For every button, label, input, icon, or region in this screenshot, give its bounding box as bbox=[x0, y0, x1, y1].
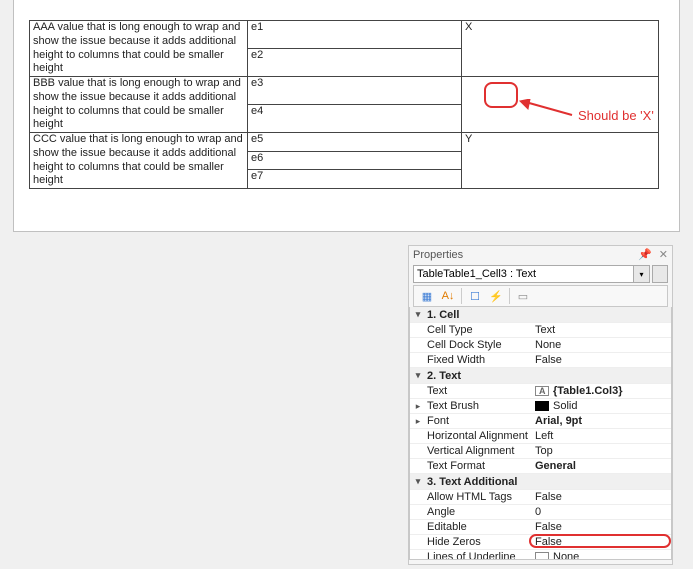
cell-col-a[interactable]: AAA value that is long enough to wrap an… bbox=[30, 21, 248, 77]
cell-col-b[interactable]: e6 bbox=[248, 151, 462, 170]
chevron-down-icon[interactable]: ▾ bbox=[412, 476, 424, 487]
property-label: Text Format bbox=[424, 460, 532, 472]
property-row[interactable]: Allow HTML TagsFalse bbox=[410, 490, 671, 505]
property-row[interactable]: Lines of UnderlineNone bbox=[410, 550, 671, 560]
cell-col-b[interactable]: e7 bbox=[248, 170, 462, 189]
properties-toolbar: ▦ A↓ ☐ ⚡ ▭ bbox=[413, 285, 668, 307]
chevron-down-icon[interactable]: ▾ bbox=[412, 309, 424, 320]
property-row[interactable]: Text{Table1.Col3} bbox=[410, 384, 671, 399]
property-value[interactable]: Solid bbox=[532, 400, 671, 412]
category-label: 3. Text Additional bbox=[424, 476, 517, 488]
annotation-circle bbox=[484, 82, 518, 108]
property-value[interactable]: 0 bbox=[532, 506, 671, 518]
property-row[interactable]: ▸FontArial, 9pt bbox=[410, 414, 671, 429]
property-label: Fixed Width bbox=[424, 354, 532, 366]
property-label: Cell Dock Style bbox=[424, 339, 532, 351]
object-selector-input[interactable] bbox=[413, 265, 634, 283]
property-row[interactable]: Horizontal AlignmentLeft bbox=[410, 429, 671, 444]
close-icon[interactable]: ✕ bbox=[659, 249, 668, 261]
property-value[interactable]: Arial, 9pt bbox=[532, 415, 671, 427]
cell-col-a[interactable]: CCC value that is long enough to wrap an… bbox=[30, 133, 248, 189]
property-label: Vertical Alignment bbox=[424, 445, 532, 457]
cell-col-c[interactable]: Y bbox=[462, 133, 659, 189]
pin-icon[interactable]: 📌 bbox=[638, 249, 652, 261]
text-swatch-icon bbox=[535, 386, 549, 396]
cell-col-b[interactable]: e1 bbox=[248, 21, 462, 49]
property-value[interactable]: False bbox=[532, 521, 671, 533]
cell-col-c[interactable]: X bbox=[462, 21, 659, 77]
object-selector: ▾ bbox=[413, 265, 668, 283]
category-label: 2. Text bbox=[424, 370, 461, 382]
property-value[interactable]: General bbox=[532, 460, 671, 472]
property-row[interactable]: Fixed WidthFalse bbox=[410, 353, 671, 368]
object-selector-dropdown[interactable]: ▾ bbox=[634, 265, 650, 283]
property-value[interactable]: Top bbox=[532, 445, 671, 457]
property-label: Horizontal Alignment bbox=[424, 430, 532, 442]
property-row[interactable]: Vertical AlignmentTop bbox=[410, 444, 671, 459]
property-value[interactable]: False bbox=[532, 354, 671, 366]
chevron-right-icon[interactable]: ▸ bbox=[412, 416, 424, 427]
highlight-ellipse bbox=[529, 534, 671, 548]
property-grid[interactable]: ▾1. CellCell TypeTextCell Dock StyleNone… bbox=[409, 307, 672, 560]
property-row[interactable]: ▸Text BrushSolid bbox=[410, 399, 671, 414]
property-value[interactable]: False bbox=[532, 491, 671, 503]
properties-panel: Properties 📌 ✕ ▾ ▦ A↓ ☐ ⚡ ▭ ▾1. CellCell… bbox=[408, 245, 673, 565]
property-label: Hide Zeros bbox=[424, 536, 532, 548]
object-selector-page-button[interactable] bbox=[652, 265, 668, 283]
property-category[interactable]: ▾1. Cell bbox=[410, 307, 671, 323]
panel-titlebar: Properties 📌 ✕ bbox=[409, 246, 672, 263]
property-label: Angle bbox=[424, 506, 532, 518]
property-row[interactable]: Angle0 bbox=[410, 505, 671, 520]
property-row[interactable]: EditableFalse bbox=[410, 520, 671, 535]
categorized-button[interactable]: ▦ bbox=[417, 287, 437, 305]
color-swatch-icon bbox=[535, 401, 549, 411]
table-row: AAA value that is long enough to wrap an… bbox=[30, 21, 659, 49]
chevron-right-icon[interactable]: ▸ bbox=[412, 401, 424, 412]
property-value[interactable]: {Table1.Col3} bbox=[532, 385, 671, 397]
property-row[interactable]: Cell Dock StyleNone bbox=[410, 338, 671, 353]
property-label: Font bbox=[424, 415, 532, 427]
property-value[interactable]: None bbox=[532, 339, 671, 351]
property-category[interactable]: ▾2. Text bbox=[410, 368, 671, 384]
localize-button[interactable]: ☐ bbox=[465, 287, 485, 305]
property-row[interactable]: Text FormatGeneral bbox=[410, 459, 671, 474]
property-category[interactable]: ▾3. Text Additional bbox=[410, 474, 671, 490]
separator bbox=[509, 288, 510, 304]
chevron-down-icon: ▾ bbox=[639, 270, 643, 279]
table-row: CCC value that is long enough to wrap an… bbox=[30, 133, 659, 152]
property-value[interactable]: Text bbox=[532, 324, 671, 336]
property-value[interactable]: None bbox=[532, 551, 671, 560]
property-label: Text Brush bbox=[424, 400, 532, 412]
description-button[interactable]: ▭ bbox=[513, 287, 533, 305]
property-label: Allow HTML Tags bbox=[424, 491, 532, 503]
property-value[interactable]: Left bbox=[532, 430, 671, 442]
annotation-label: Should be 'X' bbox=[578, 108, 654, 123]
alphabetical-button[interactable]: A↓ bbox=[438, 287, 458, 305]
events-button[interactable]: ⚡ bbox=[486, 287, 506, 305]
panel-title: Properties bbox=[413, 249, 463, 261]
cell-col-a[interactable]: BBB value that is long enough to wrap an… bbox=[30, 77, 248, 133]
property-label: Cell Type bbox=[424, 324, 532, 336]
chevron-down-icon[interactable]: ▾ bbox=[412, 370, 424, 381]
category-label: 1. Cell bbox=[424, 309, 459, 321]
cell-col-b[interactable]: e2 bbox=[248, 49, 462, 77]
cell-col-b[interactable]: e3 bbox=[248, 77, 462, 105]
cell-col-b[interactable]: e4 bbox=[248, 105, 462, 133]
cell-col-b[interactable]: e5 bbox=[248, 133, 462, 152]
property-label: Editable bbox=[424, 521, 532, 533]
property-row[interactable]: Cell TypeText bbox=[410, 323, 671, 338]
separator bbox=[461, 288, 462, 304]
property-label: Lines of Underline bbox=[424, 551, 532, 560]
annotation-arrow bbox=[516, 99, 574, 119]
box-swatch-icon bbox=[535, 552, 549, 560]
property-label: Text bbox=[424, 385, 532, 397]
